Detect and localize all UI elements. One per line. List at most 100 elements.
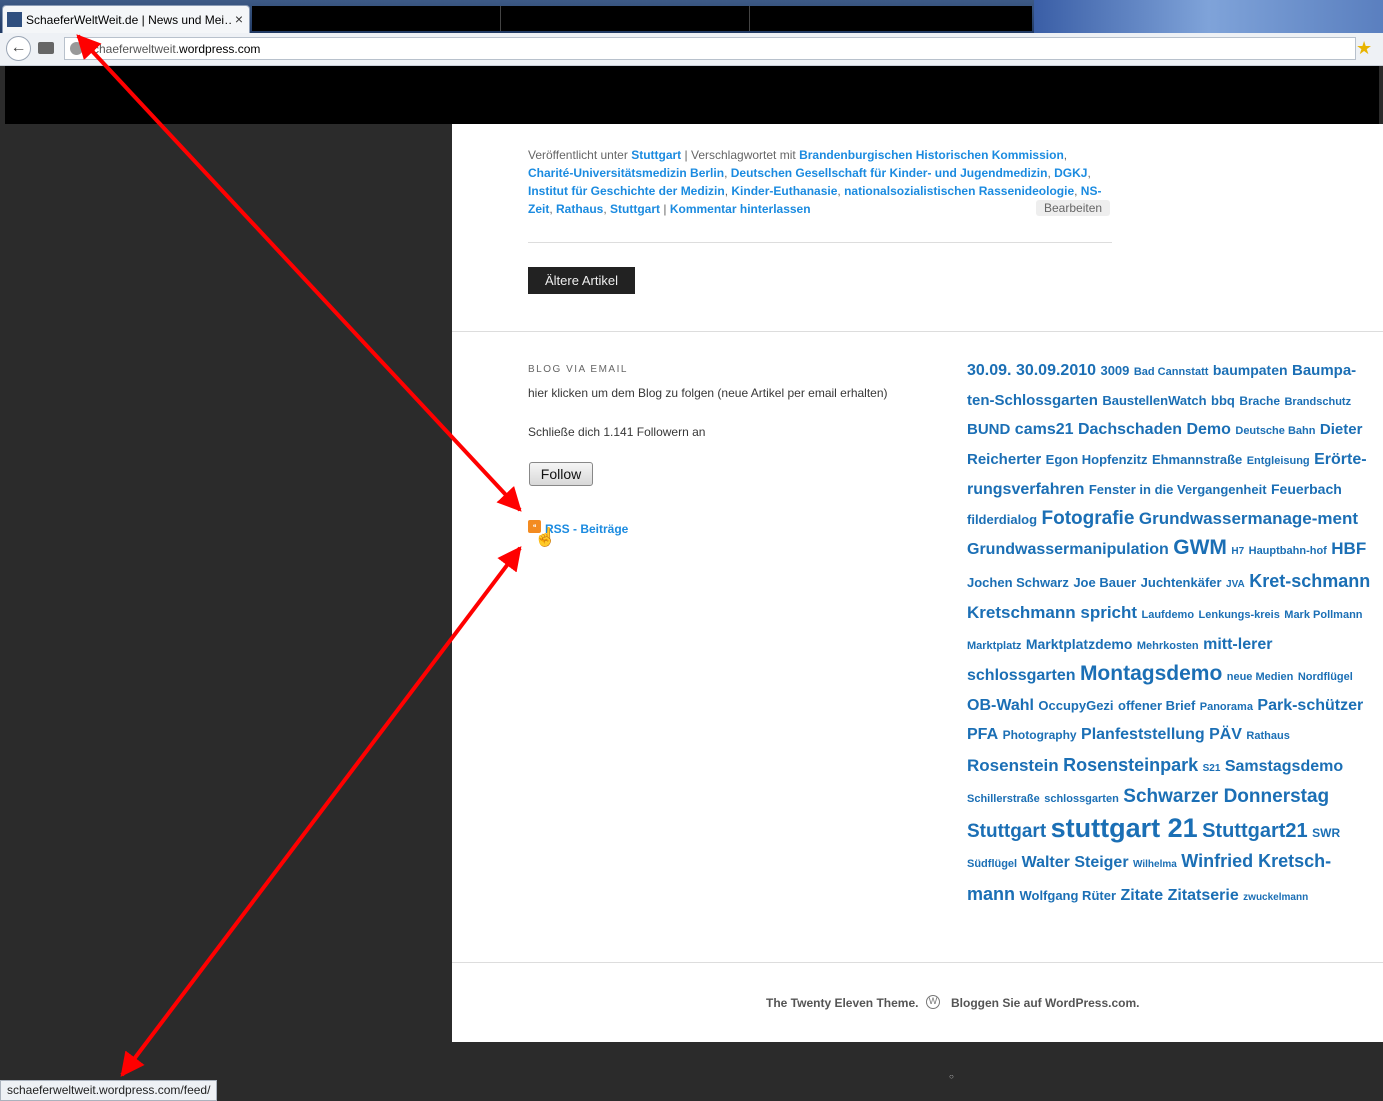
tag-cloud-item[interactable]: Egon Hopfenzitz — [1046, 452, 1148, 467]
bookmark-star-icon[interactable]: ★ — [1356, 38, 1372, 59]
tag-cloud-item[interactable]: Fotografie — [1042, 508, 1135, 529]
apps-icon[interactable] — [38, 42, 54, 54]
theme-credit-link[interactable]: The Twenty Eleven Theme. — [766, 996, 918, 1010]
tag-cloud-item[interactable]: Fenster in die Vergangenheit — [1089, 482, 1267, 497]
redacted-tabs — [252, 6, 1032, 31]
tag-cloud-item[interactable]: H7 — [1231, 546, 1244, 557]
back-button[interactable]: ← — [6, 36, 31, 61]
address-bar[interactable]: schaeferweltweit.wordpress.com — [64, 37, 1356, 60]
tag-cloud-item[interactable]: Rosenstein — [967, 756, 1059, 775]
tag-cloud-item[interactable]: Planfeststellung — [1081, 726, 1205, 743]
tag-cloud-item[interactable]: cams21 — [1015, 421, 1074, 438]
tag-cloud-item[interactable]: zwuckelmann — [1243, 892, 1308, 903]
divider — [452, 962, 1383, 963]
tag-cloud-item[interactable]: Wolfgang Rüter — [1019, 888, 1116, 903]
tag-cloud-item[interactable]: Grundwassermanage-ment — [1139, 509, 1358, 528]
redacted-toolbar — [5, 66, 1379, 124]
tag-cloud-item[interactable]: Entgleisung — [1247, 455, 1310, 467]
tag-link[interactable]: Deutschen Gesellschaft für Kinder- und J… — [731, 166, 1048, 180]
tag-cloud-item[interactable]: Laufdemo — [1142, 609, 1195, 621]
tag-cloud-item[interactable]: Rosensteinpark — [1063, 755, 1198, 775]
tag-link[interactable]: Kinder-Euthanasie — [731, 184, 837, 198]
tag-cloud-item[interactable]: BaustellenWatch — [1102, 393, 1206, 408]
tag-cloud-item[interactable]: bbq — [1211, 393, 1235, 408]
tag-cloud-item[interactable]: baumpaten — [1213, 362, 1288, 378]
tag-cloud-item[interactable]: Kretschmann spricht — [967, 603, 1137, 622]
widget-description[interactable]: hier klicken um dem Blog zu folgen (neue… — [528, 386, 888, 400]
tag-cloud-item[interactable]: Hauptbahn-hof — [1249, 545, 1327, 557]
tag-cloud-item[interactable]: Deutsche Bahn — [1235, 425, 1315, 437]
tag-cloud-item[interactable]: Park-schützer — [1257, 697, 1363, 714]
tag-link[interactable]: Institut für Geschichte der Medizin — [528, 184, 725, 198]
tag-cloud-item[interactable]: Nordflügel — [1298, 671, 1353, 683]
comment-link[interactable]: Kommentar hinterlassen — [670, 202, 811, 216]
browser-nav-bar: ← schaeferweltweit.wordpress.com ★ — [0, 33, 1383, 66]
site-info-icon[interactable] — [70, 42, 83, 55]
tag-cloud-item[interactable]: Zitatserie — [1168, 887, 1239, 904]
tag-link[interactable]: Brandenburgischen Historischen Kommissio… — [799, 148, 1064, 162]
tag-cloud-item[interactable]: 3009 — [1100, 363, 1129, 378]
tag-cloud-item[interactable]: Samstagsdemo — [1225, 758, 1343, 775]
tag-cloud-item[interactable]: Marktplatzdemo — [1026, 636, 1133, 652]
tag-cloud-item[interactable]: Demo — [1186, 421, 1230, 438]
rss-link[interactable]: RSS - Beiträge — [545, 522, 628, 536]
tag-cloud-item[interactable]: Brache — [1239, 394, 1280, 408]
edit-button[interactable]: Bearbeiten — [1036, 200, 1111, 216]
category-link[interactable]: Stuttgart — [631, 148, 681, 162]
tag-cloud-item[interactable]: GWM — [1173, 536, 1227, 559]
tag-cloud-item[interactable]: OB-Wahl — [967, 697, 1034, 714]
tag-cloud-item[interactable]: offener Brief — [1118, 698, 1195, 713]
tag-cloud-item[interactable]: Schwarzer Donnerstag — [1123, 786, 1329, 807]
tag-cloud-item[interactable]: 30.09. — [967, 362, 1011, 379]
tag-cloud-item[interactable]: Kret-schmann — [1249, 571, 1370, 591]
tag-cloud-item[interactable]: Panorama — [1200, 701, 1253, 713]
tag-cloud-item[interactable]: Montagsdemo — [1080, 662, 1222, 685]
tag-link[interactable]: Rathaus — [556, 202, 603, 216]
follow-button[interactable]: Follow — [529, 462, 593, 486]
tag-cloud-item[interactable]: filderdialog — [967, 512, 1037, 527]
tag-cloud-item[interactable]: neue Medien — [1227, 671, 1294, 683]
tag-cloud-item[interactable]: Stuttgart21 — [1202, 820, 1308, 842]
widget-title: BLOG VIA EMAIL — [528, 364, 628, 375]
tag-cloud-item[interactable]: stuttgart 21 — [1051, 813, 1198, 843]
tag-cloud-item[interactable]: Jochen Schwarz — [967, 575, 1069, 590]
tag-link[interactable]: Stuttgart — [610, 202, 660, 216]
tag-cloud-item[interactable]: Mehrkosten — [1137, 640, 1199, 652]
tag-cloud-item[interactable]: Stuttgart — [967, 821, 1046, 842]
tag-cloud-item[interactable]: Photography — [1003, 728, 1077, 742]
tag-cloud-item[interactable]: Walter Steiger — [1022, 854, 1129, 871]
older-posts-button[interactable]: Ältere Artikel — [528, 267, 635, 294]
tag-cloud-item[interactable]: Grundwassermanipulation — [967, 541, 1169, 558]
tag-cloud-item[interactable]: schlossgarten — [1044, 793, 1119, 805]
tag-cloud-item[interactable]: HBF — [1331, 539, 1366, 558]
tag-cloud-item[interactable]: Feuerbach — [1271, 481, 1342, 497]
tag-cloud-item[interactable]: Brandschutz — [1284, 396, 1351, 408]
wordpress-credit-link[interactable]: Bloggen Sie auf WordPress.com. — [951, 996, 1139, 1010]
tag-cloud-item[interactable]: Dachschaden — [1078, 421, 1182, 438]
tag-cloud-item[interactable]: Ehmannstraße — [1152, 452, 1242, 467]
tag-link[interactable]: DGKJ — [1054, 166, 1087, 180]
tag-cloud-item[interactable]: Juchtenkäfer — [1141, 575, 1222, 590]
tag-cloud-item[interactable]: Mark Pollmann — [1284, 609, 1362, 621]
tag-cloud-item[interactable]: 30.09.2010 — [1016, 362, 1096, 379]
tab-close-icon[interactable]: × — [235, 11, 243, 27]
tag-cloud-item[interactable]: BUND — [967, 421, 1010, 438]
tag-link[interactable]: nationalsozialistischen Rassenideologie — [844, 184, 1074, 198]
tag-cloud-item[interactable]: Marktplatz — [967, 640, 1021, 652]
tag-cloud-item[interactable]: OccupyGezi — [1038, 698, 1113, 713]
active-tab[interactable]: SchaeferWeltWeit.de | News und Mei… × — [2, 5, 250, 33]
tag-cloud-item[interactable]: Joe Bauer — [1073, 575, 1136, 590]
tag-cloud-item[interactable]: Zitate — [1120, 887, 1163, 904]
tag-cloud-item[interactable]: JVA — [1226, 579, 1245, 590]
tag-cloud-item[interactable]: SWR — [1312, 826, 1340, 840]
tag-cloud-item[interactable]: S21 — [1203, 763, 1221, 774]
tag-cloud-item[interactable]: PÄV — [1209, 726, 1242, 743]
tag-cloud-item[interactable]: Bad Cannstatt — [1134, 366, 1209, 378]
tag-cloud-item[interactable]: Schillerstraße — [967, 793, 1040, 805]
tag-cloud-item[interactable]: PFA — [967, 726, 998, 743]
tag-cloud-item[interactable]: Südflügel — [967, 858, 1017, 870]
tag-cloud-item[interactable]: Lenkungs-kreis — [1199, 609, 1280, 621]
tag-cloud-item[interactable]: Wilhelma — [1133, 859, 1177, 870]
tag-cloud-item[interactable]: Rathaus — [1246, 730, 1289, 742]
tag-link[interactable]: Charité-Universitätsmedizin Berlin — [528, 166, 724, 180]
